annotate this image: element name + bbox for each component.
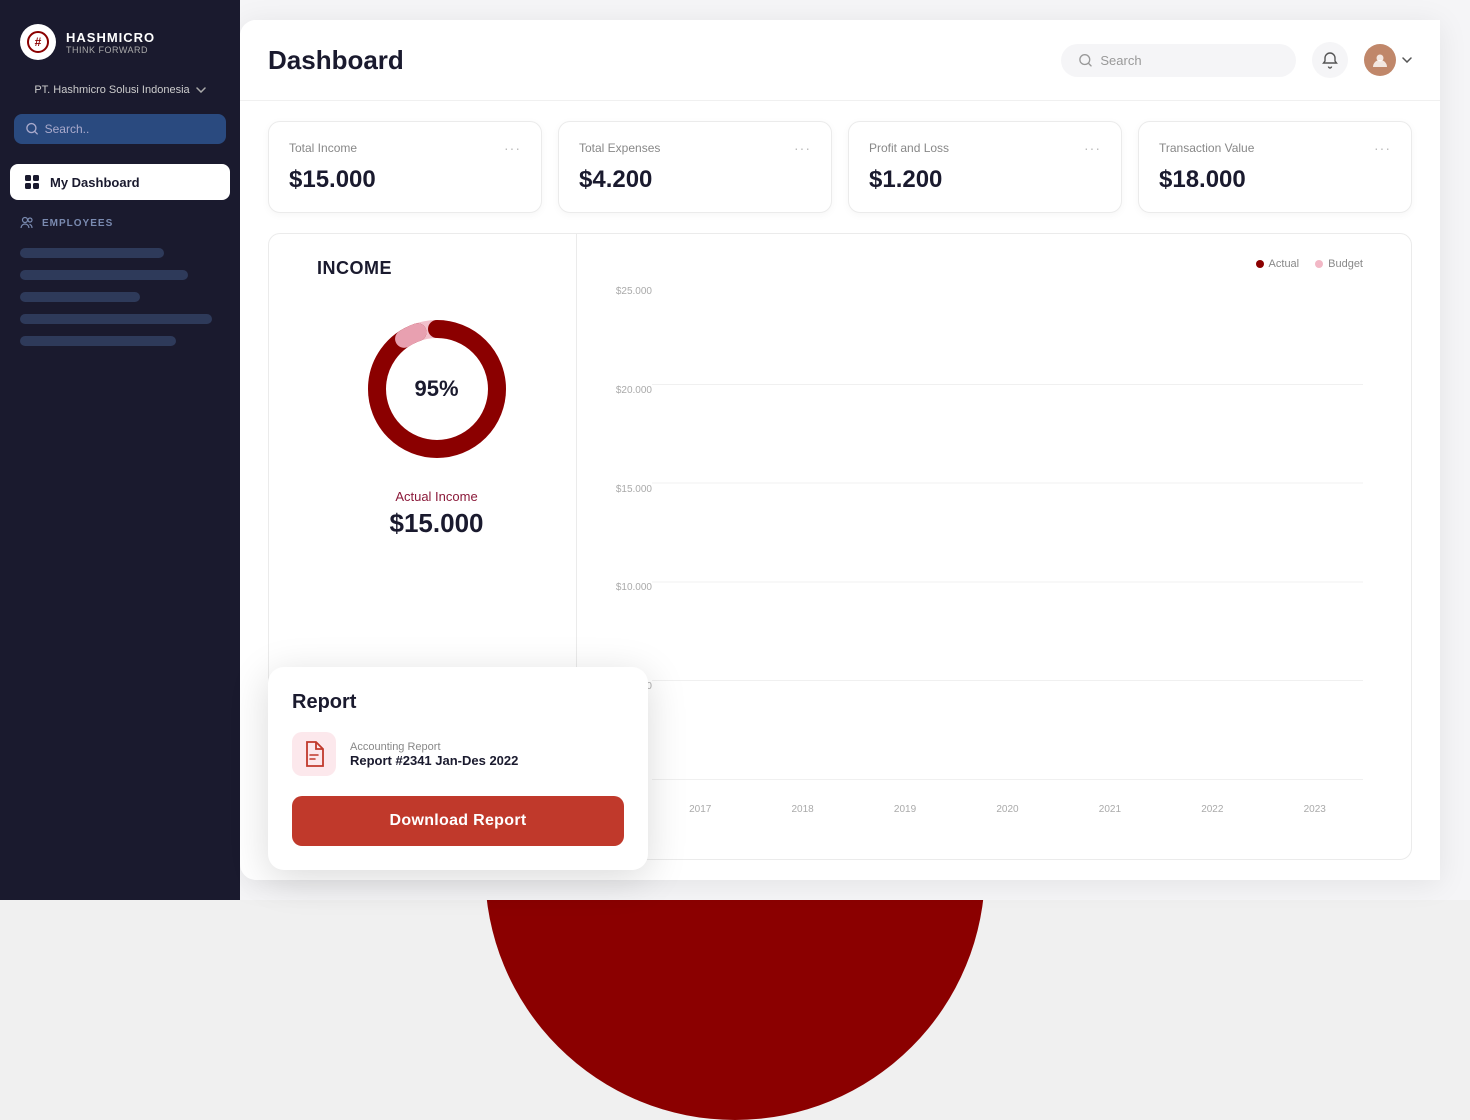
stat-label: Transaction Value (1159, 141, 1254, 155)
legend-actual-label: Actual (1269, 258, 1300, 270)
page-title: Dashboard (268, 45, 404, 76)
user-avatar (1364, 44, 1396, 76)
logo-text: HASHMICRO THINK FORWARD (66, 30, 155, 55)
x-axis-label: 2018 (754, 804, 850, 815)
dashboard-label: My Dashboard (50, 175, 140, 190)
skeleton-item-3 (20, 292, 140, 302)
stat-label: Total Expenses (579, 141, 660, 155)
employees-section-label: EMPLOYEES (0, 202, 240, 236)
svg-text:#: # (35, 35, 42, 49)
y-axis-label: $15.000 (597, 484, 652, 495)
stat-more-button[interactable]: ··· (794, 140, 811, 156)
stat-card: Total Income ··· $15.000 (268, 121, 542, 213)
stat-card-header: Total Income ··· (289, 140, 521, 156)
chevron-down-icon (196, 87, 206, 93)
x-axis-label: 2020 (959, 804, 1055, 815)
search-icon (26, 122, 39, 136)
legend-budget: Budget (1315, 258, 1363, 270)
main-content: Dashboard (240, 0, 1470, 900)
employees-icon (20, 216, 34, 230)
chart-legend: Actual Budget (597, 258, 1363, 270)
sidebar-menu: My Dashboard EMPLOYEES (0, 154, 240, 900)
stat-value: $1.200 (869, 166, 1101, 194)
y-axis-label: $25.000 (597, 286, 652, 297)
stat-value: $15.000 (289, 166, 521, 194)
stat-card: Transaction Value ··· $18.000 (1138, 121, 1412, 213)
skeleton-item-5 (20, 336, 176, 346)
stats-row: Total Income ··· $15.000 Total Expenses … (240, 101, 1440, 233)
legend-dot-budget (1315, 260, 1323, 268)
dashboard-header: Dashboard (240, 20, 1440, 101)
notification-button[interactable] (1312, 42, 1348, 78)
dashboard-icon (24, 174, 40, 190)
report-card: Report Accounting Report Report #2341 Ja… (268, 667, 648, 870)
y-axis-label: $20.000 (597, 385, 652, 396)
y-axis-label: $10.000 (597, 582, 652, 593)
avatar-button[interactable] (1364, 44, 1412, 76)
bar-chart: $25.000$20.000$15.000$10.000$5000 201720… (597, 286, 1363, 815)
skeleton-item-4 (20, 314, 212, 324)
actual-income-label: Actual Income (395, 489, 477, 504)
bars-area (652, 286, 1363, 800)
sidebar: # HASHMICRO THINK FORWARD PT. Hashmicro … (0, 0, 240, 900)
income-right: Actual Budget $25.000 $20.000 $15.000 $10.0… (577, 234, 1383, 839)
sidebar-logo: # HASHMICRO THINK FORWARD (0, 0, 240, 76)
employees-label: EMPLOYEES (42, 218, 113, 229)
skeleton-item-1 (20, 248, 164, 258)
x-labels: 2017 2018 2019 2020 2021 2022 2023 (597, 804, 1363, 815)
search-box[interactable] (1061, 44, 1296, 77)
sidebar-search-input[interactable] (45, 122, 214, 136)
stat-card-header: Total Expenses ··· (579, 140, 811, 156)
stat-more-button[interactable]: ··· (504, 140, 521, 156)
sidebar-item-dashboard[interactable]: My Dashboard (10, 164, 230, 200)
app-wrapper: # HASHMICRO THINK FORWARD PT. Hashmicro … (0, 0, 1470, 900)
stat-card: Profit and Loss ··· $1.200 (848, 121, 1122, 213)
file-icon (303, 741, 325, 767)
x-axis-label: 2021 (1062, 804, 1158, 815)
stat-value: $18.000 (1159, 166, 1391, 194)
x-axis-label: 2019 (857, 804, 953, 815)
stat-value: $4.200 (579, 166, 811, 194)
report-type: Accounting Report (350, 741, 518, 753)
donut-chart: 95% (357, 309, 517, 469)
actual-income-value: $15.000 (390, 508, 484, 539)
stat-label: Total Income (289, 141, 357, 155)
header-right (1061, 42, 1412, 78)
logo-tagline: THINK FORWARD (66, 45, 155, 55)
donut-center: 95% (414, 376, 458, 402)
stat-more-button[interactable]: ··· (1374, 140, 1391, 156)
x-axis-label: 2022 (1164, 804, 1260, 815)
header-search-icon (1079, 53, 1092, 68)
logo-icon: # (20, 24, 56, 60)
report-name: Report #2341 Jan-Des 2022 (350, 753, 518, 768)
donut-percent: 95% (414, 376, 458, 402)
sidebar-search[interactable] (14, 114, 226, 144)
avatar-icon (1371, 51, 1389, 69)
stat-label: Profit and Loss (869, 141, 949, 155)
logo-name: HASHMICRO (66, 30, 155, 45)
company-selector[interactable]: PT. Hashmicro Solusi Indonesia (0, 76, 240, 104)
stat-card-header: Transaction Value ··· (1159, 140, 1391, 156)
download-report-button[interactable]: Download Report (292, 796, 624, 846)
header-search-input[interactable] (1100, 53, 1278, 68)
avatar-chevron-icon (1402, 57, 1412, 63)
income-title: INCOME (317, 258, 392, 279)
report-item: Accounting Report Report #2341 Jan-Des 2… (292, 732, 624, 776)
legend-budget-label: Budget (1328, 258, 1363, 270)
notification-icon (1321, 51, 1339, 69)
x-axis-label: 2023 (1267, 804, 1363, 815)
report-info: Accounting Report Report #2341 Jan-Des 2… (350, 741, 518, 768)
report-icon (292, 732, 336, 776)
stat-card-header: Profit and Loss ··· (869, 140, 1101, 156)
stat-more-button[interactable]: ··· (1084, 140, 1101, 156)
legend-dot-actual (1256, 260, 1264, 268)
stat-card: Total Expenses ··· $4.200 (558, 121, 832, 213)
skeleton-item-2 (20, 270, 188, 280)
x-axis-label: 2017 (652, 804, 748, 815)
legend-actual: Actual (1256, 258, 1300, 270)
report-title: Report (292, 691, 624, 714)
company-name: PT. Hashmicro Solusi Indonesia (34, 84, 189, 96)
